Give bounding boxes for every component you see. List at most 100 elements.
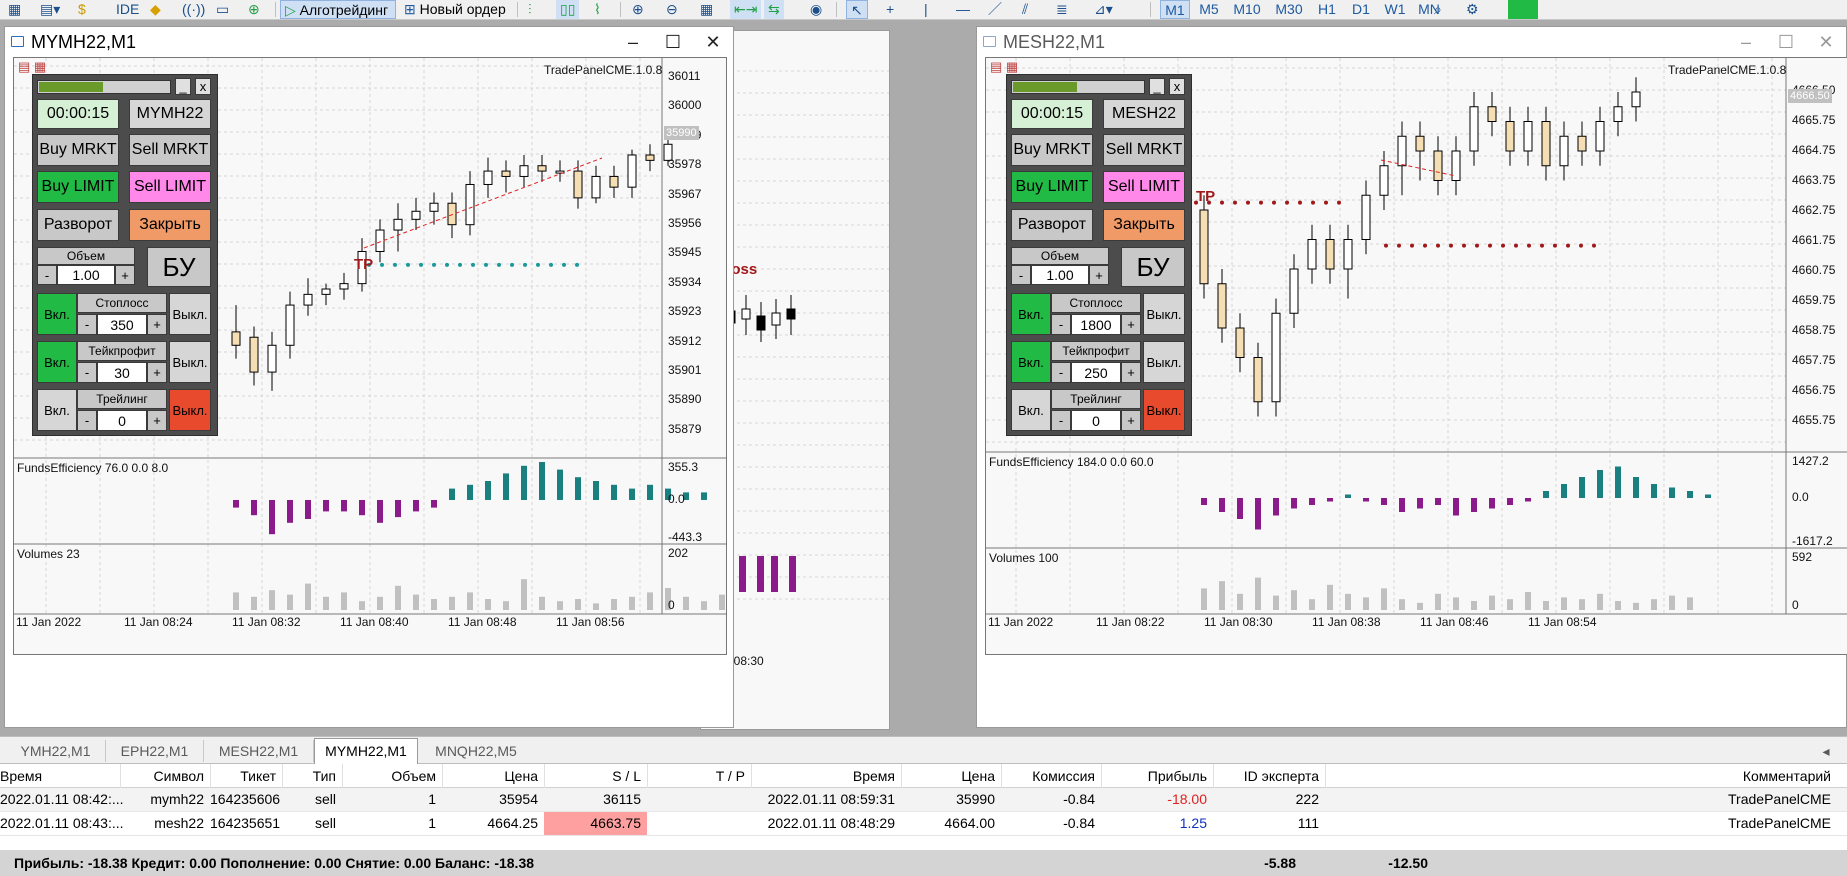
close-window-button[interactable]: ✕: [1806, 27, 1846, 57]
column-header[interactable]: Тип: [282, 764, 342, 788]
stoploss-on-button[interactable]: Вкл.: [37, 293, 77, 335]
trailing-plus-button[interactable]: +: [1121, 410, 1141, 431]
ide-button[interactable]: IDE: [112, 0, 143, 19]
column-header[interactable]: S / L: [544, 764, 647, 788]
stoploss-off-button[interactable]: Выкл.: [1143, 293, 1185, 335]
tab-mnqh22[interactable]: MNQH22,M5: [418, 740, 534, 762]
timeframe-h1[interactable]: H1: [1312, 0, 1342, 19]
tab-mymh22[interactable]: MYMH22,M1: [314, 738, 418, 764]
column-header[interactable]: Комиссия: [1001, 764, 1101, 788]
sell-limit-button[interactable]: Sell LIMIT: [1103, 171, 1185, 203]
stoploss-on-button[interactable]: Вкл.: [1011, 293, 1051, 335]
column-header[interactable]: Цена: [442, 764, 544, 788]
price-chart[interactable]: 3601136000359893597835967359563594535934…: [13, 57, 727, 655]
timeframe-d1[interactable]: D1: [1346, 0, 1376, 19]
column-header[interactable]: Время: [751, 764, 901, 788]
volume-input[interactable]: 1.00: [1031, 265, 1089, 285]
timeframe-mn[interactable]: MN: [1414, 0, 1444, 19]
tab-ymh22[interactable]: YMH22,M1: [6, 740, 106, 762]
timeframe-m10[interactable]: M10: [1228, 0, 1266, 19]
zoom-in-icon[interactable]: ⊕: [628, 0, 648, 19]
stoploss-minus-button[interactable]: -: [77, 314, 97, 335]
column-header[interactable]: Символ: [120, 764, 210, 788]
cursor-icon[interactable]: ↖: [846, 0, 868, 19]
takeprofit-input[interactable]: 250: [1071, 362, 1121, 383]
table-row[interactable]: 2022.01.11 08:43:... mesh22 164235651 sell 1…: [0, 812, 1847, 836]
table-row[interactable]: 2022.01.11 08:42:... mymh22 164235606 sell 1…: [0, 788, 1847, 812]
close-panel-button[interactable]: x: [1169, 78, 1185, 95]
minimize-button[interactable]: –: [1726, 27, 1766, 57]
minimize-button[interactable]: –: [613, 27, 653, 57]
minimize-panel-button[interactable]: _: [1149, 78, 1165, 95]
trailing-off-button[interactable]: Выкл.: [169, 389, 211, 431]
chart-window-mesh22[interactable]: MESH22,M1 – ☐ ✕ 4666.504665.754664.75466…: [976, 26, 1847, 728]
column-header[interactable]: Тикет: [210, 764, 282, 788]
reverse-button[interactable]: Разворот: [1011, 209, 1093, 241]
lock-icon[interactable]: ◆: [146, 0, 165, 19]
trailing-minus-button[interactable]: -: [77, 410, 97, 431]
sell-market-button[interactable]: Sell MRKT: [129, 134, 211, 166]
bar-chart-icon[interactable]: ⫶: [524, 0, 536, 19]
channel-icon[interactable]: ⫽: [1018, 0, 1032, 19]
volume-input[interactable]: 1.00: [57, 265, 115, 285]
zoom-out-icon[interactable]: ⊖: [662, 0, 682, 19]
crosshair-icon[interactable]: +: [882, 0, 898, 19]
trailing-on-button[interactable]: Вкл.: [37, 389, 77, 431]
reverse-button[interactable]: Разворот: [37, 209, 119, 241]
column-header[interactable]: Комментарий: [1325, 764, 1837, 788]
close-panel-button[interactable]: x: [195, 78, 211, 95]
column-header[interactable]: T / P: [647, 764, 751, 788]
buy-market-button[interactable]: Buy MRKT: [1011, 134, 1093, 166]
stoploss-off-button[interactable]: Выкл.: [169, 293, 211, 335]
trailing-input[interactable]: 0: [97, 410, 147, 431]
takeprofit-on-button[interactable]: Вкл.: [37, 341, 77, 383]
breakeven-button[interactable]: БУ: [147, 247, 211, 287]
trailing-off-button[interactable]: Выкл.: [1143, 389, 1185, 431]
takeprofit-off-button[interactable]: Выкл.: [1143, 341, 1185, 383]
screenshot-icon[interactable]: ◉: [806, 0, 826, 19]
column-header[interactable]: Прибыль: [1101, 764, 1213, 788]
buy-limit-button[interactable]: Buy LIMIT: [1011, 171, 1093, 203]
takeprofit-plus-button[interactable]: +: [1121, 362, 1141, 383]
column-header[interactable]: Объем: [342, 764, 442, 788]
buy-market-button[interactable]: Buy MRKT: [37, 134, 119, 166]
sell-market-button[interactable]: Sell MRKT: [1103, 134, 1185, 166]
column-header[interactable]: Цена: [901, 764, 1001, 788]
timeframe-w1[interactable]: W1: [1380, 0, 1410, 19]
chart-shift-icon[interactable]: ⇆: [764, 0, 784, 19]
add-icon[interactable]: ⊕: [244, 0, 264, 19]
volume-plus-button[interactable]: +: [1089, 265, 1109, 285]
trailing-input[interactable]: 0: [1071, 410, 1121, 431]
chart-menu-icon[interactable]: ▤ ▦: [18, 59, 46, 75]
scroll-left-icon[interactable]: ◂: [1816, 740, 1836, 762]
breakeven-button[interactable]: БУ: [1121, 247, 1185, 287]
new-chart-icon[interactable]: ▦: [4, 0, 25, 19]
price-chart[interactable]: 4666.50 4665.75 4664.75 4663.75 4662.75 4661.…: [985, 57, 1847, 655]
signal-icon[interactable]: ((·)): [178, 0, 209, 19]
trailing-plus-button[interactable]: +: [147, 410, 167, 431]
algo-trading-button[interactable]: ▷ Алготрейдинг: [280, 0, 396, 19]
close-positions-button[interactable]: Закрыть: [1103, 209, 1185, 241]
profiles-icon[interactable]: ▤▾: [36, 0, 64, 19]
dollar-icon[interactable]: $: [74, 0, 90, 19]
minimize-panel-button[interactable]: _: [175, 78, 191, 95]
column-header[interactable]: ID эксперта: [1213, 764, 1325, 788]
candle-chart-icon[interactable]: ▯▯: [556, 0, 580, 19]
stoploss-input[interactable]: 1800: [1071, 314, 1121, 335]
takeprofit-on-button[interactable]: Вкл.: [1011, 341, 1051, 383]
trendline-icon[interactable]: ／: [984, 0, 1006, 19]
line-chart-icon[interactable]: ⌇: [590, 0, 605, 19]
vps-icon[interactable]: ▭: [212, 0, 233, 19]
sell-limit-button[interactable]: Sell LIMIT: [129, 171, 211, 203]
stoploss-input[interactable]: 350: [97, 314, 147, 335]
trailing-on-button[interactable]: Вкл.: [1011, 389, 1051, 431]
takeprofit-minus-button[interactable]: -: [77, 362, 97, 383]
trailing-minus-button[interactable]: -: [1051, 410, 1071, 431]
column-header[interactable]: Время: [0, 764, 120, 788]
stoploss-plus-button[interactable]: +: [147, 314, 167, 335]
volume-minus-button[interactable]: -: [1011, 265, 1031, 285]
timeframe-m1[interactable]: M1: [1160, 0, 1190, 19]
vertical-line-icon[interactable]: |: [920, 0, 932, 19]
volume-minus-button[interactable]: -: [37, 265, 57, 285]
stoploss-minus-button[interactable]: -: [1051, 314, 1071, 335]
